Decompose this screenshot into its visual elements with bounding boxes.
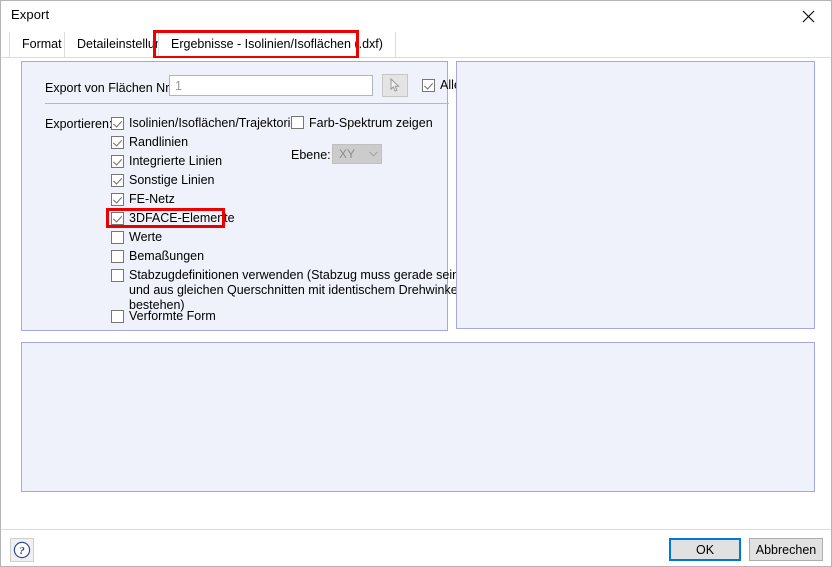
checkbox-box [111,136,124,149]
checkbox-farb-spektrum-zeigen[interactable]: Farb-Spektrum zeigen [291,116,433,130]
checkbox-3dface-elemente[interactable]: 3DFACE-Elemente [111,211,235,225]
checkbox-label: Bemaßungen [129,249,205,263]
tab-ergebnisse-isolinien-isoflaechen-dxf[interactable]: Ergebnisse - Isolinien/Isoflächen (.dxf) [158,32,396,57]
flaechen-number-input[interactable] [169,75,373,96]
flaechen-label: Export von Flächen Nr.: [45,81,176,95]
preview-panel-bottom [21,342,815,492]
checkbox-bemassungen[interactable]: Bemaßungen [111,249,204,263]
checkbox-box [111,231,124,244]
checkbox-label: Isolinien/Isoflächen/Trajektorien [129,116,305,130]
pick-cursor-icon[interactable] [382,74,408,97]
section-divider [45,103,449,104]
checkbox-box [111,193,124,206]
checkbox-isolinien-isoflaechen-trajektorien[interactable]: Isolinien/Isoflächen/Trajektorien [111,116,304,130]
ok-button[interactable]: OK [669,538,741,561]
checkbox-box [111,250,124,263]
checkbox-label: Stabzugdefinitionen verwenden (Stabzug m… [129,268,461,312]
checkbox-label: Randlinien [129,135,189,149]
help-question-icon[interactable]: ? [10,538,34,562]
cancel-button[interactable]: Abbrechen [749,538,823,561]
ebene-label: Ebene: [291,148,331,162]
checkbox-box [111,174,124,187]
alle-checkbox-box [422,78,435,92]
checkbox-box [291,116,304,129]
checkbox-label: Farb-Spektrum zeigen [309,116,433,130]
checkbox-box [111,117,124,130]
export-options-panel: Export von Flächen Nr.: Alle Exportieren… [21,61,461,331]
checkbox-box [111,155,124,168]
export-dialog-window: Export Format Detaileinstellungen Ergebn… [0,0,832,567]
preview-panel-right [456,61,815,329]
checkbox-integrierte-linien[interactable]: Integrierte Linien [111,154,222,168]
checkbox-fe-netz[interactable]: FE-Netz [111,192,175,206]
checkbox-box [111,310,124,323]
checkbox-label: 3DFACE-Elemente [129,211,235,225]
checkbox-werte[interactable]: Werte [111,230,162,244]
exportieren-label: Exportieren: [45,117,113,131]
checkbox-label: Verformte Form [129,309,216,323]
checkbox-stabzugdefinitionen-verwenden[interactable]: Stabzugdefinitionen verwenden (Stabzug m… [111,268,479,313]
checkbox-randlinien[interactable]: Randlinien [111,135,188,149]
checkbox-label: Integrierte Linien [129,154,223,168]
close-icon[interactable] [785,1,831,31]
tab-strip: Format Detaileinstellungen Ergebnisse - … [1,32,831,58]
dialog-footer: ? OK Abbrechen [1,529,831,566]
checkbox-label: Werte [129,230,163,244]
checkbox-label: Sonstige Linien [129,173,215,187]
checkbox-label: FE-Netz [129,192,175,206]
dialog-content: Export von Flächen Nr.: Alle Exportieren… [1,58,831,528]
checkbox-verformte-form[interactable]: Verformte Form [111,309,216,323]
svg-text:?: ? [19,545,25,557]
title-bar: Export [1,1,831,31]
ebene-selected-value: XY [339,147,356,161]
chevron-down-icon [365,151,381,157]
checkbox-sonstige-linien[interactable]: Sonstige Linien [111,173,214,187]
checkbox-box [111,269,124,282]
window-title: Export [11,7,50,22]
ebene-select[interactable]: XY [332,144,382,164]
checkbox-box [111,212,124,225]
